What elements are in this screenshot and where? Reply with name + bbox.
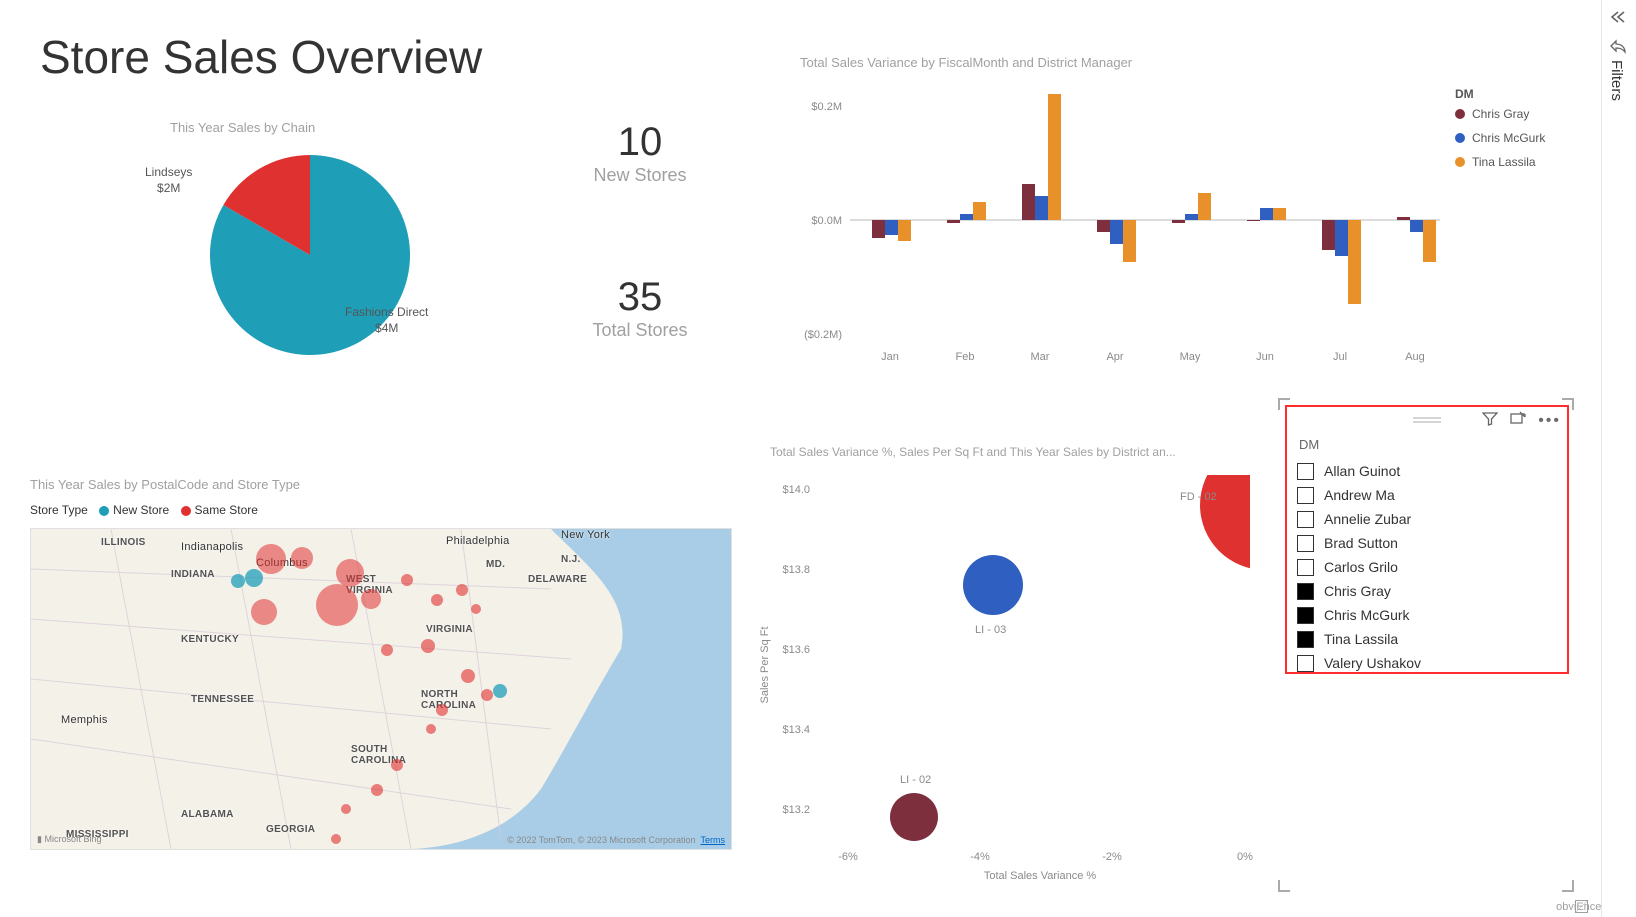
map-attrib-right: © 2022 TomTom, © 2023 Microsoft Corporat… <box>507 835 725 845</box>
map-attrib-left: ▮ Microsoft Bing <box>37 834 101 845</box>
slicer-item[interactable]: Allan Guinot <box>1297 459 1557 483</box>
svg-text:Jan: Jan <box>881 351 899 363</box>
slicer-item[interactable]: Carlos Grilo <box>1297 555 1557 579</box>
svg-text:Tina Lassila: Tina Lassila <box>1472 155 1536 169</box>
svg-text:Total Sales Variance %: Total Sales Variance % <box>984 870 1097 882</box>
scatter-chart[interactable]: $14.0 $13.8 $13.6 $13.4 $13.2 -6% -4% -2… <box>750 465 1270 905</box>
svg-text:$13.4: $13.4 <box>782 724 810 736</box>
bar-chart-title: Total Sales Variance by FiscalMonth and … <box>800 55 1132 70</box>
scatter-title: Total Sales Variance %, Sales Per Sq Ft … <box>770 445 1176 459</box>
scatter-point-fd02[interactable] <box>1200 465 1270 570</box>
svg-text:Chris McGurk: Chris McGurk <box>1472 131 1546 145</box>
svg-text:Aug: Aug <box>1405 351 1425 363</box>
kpi-new-stores-value: 10 <box>540 120 740 165</box>
kpi-total-stores-value: 35 <box>540 275 740 320</box>
filter-icon[interactable] <box>1482 411 1498 432</box>
map-bubble[interactable] <box>371 784 383 796</box>
kpi-total-stores-label: Total Stores <box>540 320 740 341</box>
variance-bar-chart[interactable]: $0.2M $0.0M ($0.2M) Jan Feb Mar Apr May … <box>790 80 1550 400</box>
svg-text:Jul: Jul <box>1333 351 1347 363</box>
pie-chart-title: This Year Sales by Chain <box>170 120 315 135</box>
svg-text:Chris Gray: Chris Gray <box>1472 107 1529 121</box>
pie-label-fashions-direct: Fashions Direct$4M <box>345 305 428 336</box>
svg-text:LI - 03: LI - 03 <box>975 624 1006 636</box>
page-title: Store Sales Overview <box>40 30 482 84</box>
drag-grip-icon[interactable] <box>1413 411 1441 419</box>
more-options-icon[interactable]: ••• <box>1538 412 1561 430</box>
svg-text:May: May <box>1180 351 1201 363</box>
kpi-total-stores[interactable]: 35 Total Stores <box>540 275 740 341</box>
slicer-item[interactable]: Brad Sutton <box>1297 531 1557 555</box>
svg-text:Apr: Apr <box>1106 351 1123 363</box>
map-bubble[interactable] <box>401 574 413 586</box>
map-bubble[interactable] <box>361 589 381 609</box>
map-bubble[interactable] <box>471 604 481 614</box>
slicer-list: Allan Guinot Andrew Ma Annelie Zubar Bra… <box>1297 459 1557 675</box>
svg-text:FD - 02: FD - 02 <box>1180 491 1217 503</box>
svg-text:$0.0M: $0.0M <box>811 215 842 227</box>
svg-text:Mar: Mar <box>1031 351 1050 363</box>
svg-text:-4%: -4% <box>970 851 990 863</box>
svg-text:Jun: Jun <box>1256 351 1274 363</box>
svg-text:LI - 02: LI - 02 <box>900 774 931 786</box>
slicer-item[interactable]: Chris Gray <box>1297 579 1557 603</box>
map-bubble[interactable] <box>331 834 341 844</box>
svg-text:DM: DM <box>1455 87 1474 101</box>
map-bubble[interactable] <box>231 574 245 588</box>
map-bubble[interactable] <box>391 759 403 771</box>
map-title: This Year Sales by PostalCode and Store … <box>30 477 300 492</box>
svg-text:($0.2M): ($0.2M) <box>804 329 842 341</box>
scatter-point-li02[interactable] <box>890 793 938 841</box>
map-legend-dot-same <box>181 506 191 516</box>
svg-text:Feb: Feb <box>956 351 975 363</box>
slicer-title: DM <box>1299 437 1319 452</box>
kpi-new-stores[interactable]: 10 New Stores <box>540 120 740 186</box>
svg-text:-2%: -2% <box>1102 851 1122 863</box>
svg-text:$13.6: $13.6 <box>782 644 810 656</box>
svg-text:-6%: -6% <box>838 851 858 863</box>
svg-text:0%: 0% <box>1237 851 1253 863</box>
kpi-new-stores-label: New Stores <box>540 165 740 186</box>
bookmark-icon[interactable] <box>1609 38 1627 59</box>
map-bubble[interactable] <box>436 704 448 716</box>
filters-pane-collapsed[interactable]: Filters <box>1601 0 1636 917</box>
slicer-item[interactable]: Valery Ushakov <box>1297 651 1557 675</box>
slicer-item[interactable]: Andrew Ma <box>1297 483 1557 507</box>
slicer-item[interactable]: Chris McGurk <box>1297 603 1557 627</box>
map-bubble[interactable] <box>421 639 435 653</box>
map-bubble[interactable] <box>256 544 286 574</box>
map-bubble[interactable] <box>316 584 358 626</box>
map-bubble[interactable] <box>481 689 493 701</box>
dm-slicer[interactable]: ••• DM Allan Guinot Andrew Ma Annelie Zu… <box>1285 405 1569 674</box>
map-bubble[interactable] <box>341 804 351 814</box>
slicer-item[interactable]: Tina Lassila <box>1297 627 1557 651</box>
slicer-item[interactable]: Annelie Zubar <box>1297 507 1557 531</box>
map-bubble[interactable] <box>461 669 475 683</box>
filters-pane-label: Filters <box>1608 60 1625 101</box>
map-bubble[interactable] <box>251 599 277 625</box>
map-bubble[interactable] <box>245 569 263 587</box>
map-bubble[interactable] <box>426 724 436 734</box>
map-bubble[interactable] <box>456 584 468 596</box>
svg-text:$13.2: $13.2 <box>782 804 810 816</box>
svg-text:$14.0: $14.0 <box>782 484 810 496</box>
map-legend-title: Store Type <box>30 503 88 517</box>
map-bubble[interactable] <box>493 684 507 698</box>
map-chart[interactable]: ILLINOIS Indianapolis INDIANA Columbus W… <box>30 528 732 850</box>
svg-text:$13.8: $13.8 <box>782 564 810 576</box>
svg-text:$0.2M: $0.2M <box>811 101 842 113</box>
map-bubble[interactable] <box>381 644 393 656</box>
pie-chart[interactable]: Lindseys$2M Fashions Direct$4M <box>180 155 440 355</box>
expand-pane-icon[interactable] <box>1609 10 1627 29</box>
map-legend: Store Type New Store Same Store <box>30 503 258 517</box>
map-bubble[interactable] <box>291 547 313 569</box>
scatter-point-li03[interactable] <box>963 555 1023 615</box>
svg-text:Sales Per Sq Ft: Sales Per Sq Ft <box>759 626 771 703</box>
focus-mode-icon[interactable] <box>1510 411 1526 432</box>
map-legend-dot-new <box>99 506 109 516</box>
map-bubble[interactable] <box>431 594 443 606</box>
map-bubble[interactable] <box>336 559 364 587</box>
map-terms-link[interactable]: Terms <box>701 835 726 845</box>
pie-label-lindseys: Lindseys$2M <box>145 165 192 196</box>
